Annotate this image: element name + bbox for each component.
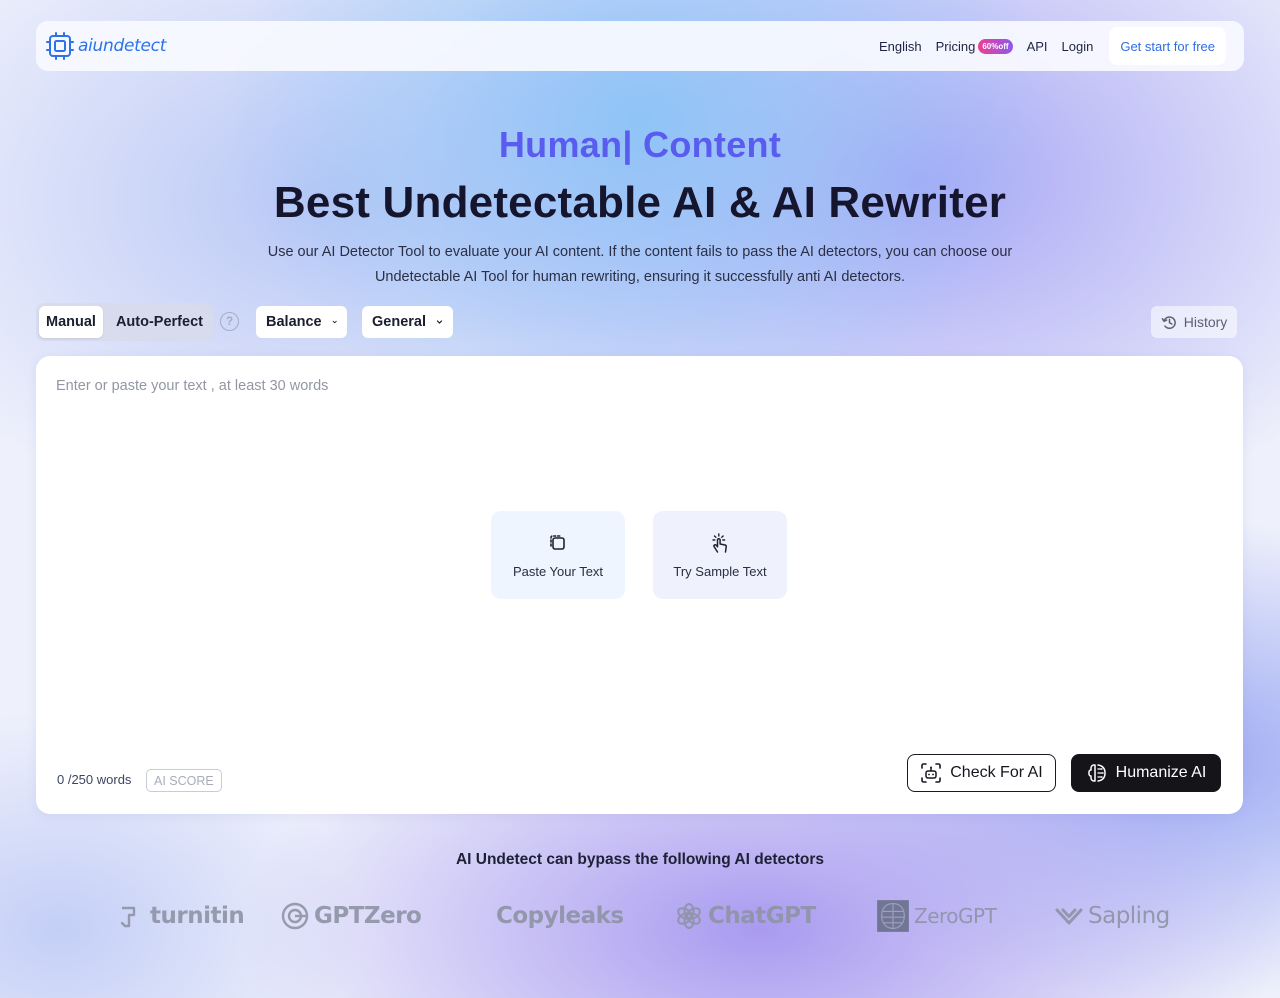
detector-name: ZeroGPT (914, 904, 997, 928)
detector-logo-copyleaks: Copyleaks (496, 898, 624, 934)
purpose-value: General (372, 314, 426, 330)
history-label: History (1183, 314, 1228, 330)
robot-scan-icon (921, 763, 942, 783)
turnitin-icon (120, 906, 136, 928)
language-selector[interactable]: English (879, 39, 922, 54)
mode-auto-perfect-tab[interactable]: Auto-Perfect (109, 306, 210, 338)
paste-text-button[interactable]: Paste Your Text (491, 511, 625, 599)
discount-badge: 60%off (978, 38, 1013, 54)
detector-name: turnitin (150, 903, 245, 929)
login-link[interactable]: Login (1062, 39, 1094, 54)
detector-logo-sapling: Sapling (1054, 898, 1170, 934)
history-button[interactable]: History (1151, 306, 1237, 338)
pricing-link-group[interactable]: Pricing 60%off (936, 38, 1013, 54)
detectors-heading: AI Undetect can bypass the following AI … (455, 851, 825, 868)
editor-card: Paste Your Text Try Sample Text 0 /250 w… (36, 356, 1243, 814)
help-icon[interactable]: ? (220, 312, 239, 331)
paste-text-label: Paste Your Text (512, 563, 604, 579)
nav-menu: English Pricing 60%off API Login Get sta… (879, 21, 1226, 71)
mode-toggle: Manual Auto-Perfect (36, 303, 213, 341)
check-for-ai-label: Check For AI (950, 764, 1043, 781)
gptzero-icon (281, 902, 309, 930)
humanize-ai-button[interactable]: Humanize AI (1071, 754, 1221, 792)
history-icon (1161, 315, 1176, 329)
try-sample-label: Try Sample Text (673, 563, 767, 579)
strength-value: Balance (266, 314, 322, 330)
mode-manual-tab[interactable]: Manual (39, 306, 103, 338)
ai-brain-icon (1087, 764, 1106, 782)
detector-logo-chatgpt: ChatGPT (674, 898, 816, 934)
hero-subtitle: Human| Content (498, 124, 782, 165)
detector-logo-zerogpt: ZeroGPT (876, 898, 997, 934)
api-link[interactable]: API (1027, 39, 1048, 54)
sapling-icon (1055, 908, 1083, 925)
detector-name: GPTZero (314, 903, 422, 929)
pricing-link[interactable]: Pricing (936, 39, 976, 54)
strength-dropdown[interactable]: Balance (256, 306, 347, 338)
logo-text: aiundetect (78, 36, 167, 56)
zerogpt-icon (877, 900, 909, 932)
text-input[interactable] (56, 378, 1216, 498)
chevron-down-icon (436, 320, 443, 324)
chip-logo-icon (46, 32, 74, 60)
detector-name: Sapling (1088, 903, 1170, 929)
get-started-button[interactable]: Get start for free (1109, 27, 1226, 65)
detector-logo-turnitin: turnitin (116, 898, 245, 934)
word-counter: 0 /250 words (57, 772, 132, 787)
page-title: Best Undetectable AI & AI Rewriter (273, 178, 1007, 227)
logo[interactable]: aiundetect (46, 32, 166, 60)
humanize-ai-label: Humanize AI (1115, 764, 1207, 781)
ai-score-badge: AI SCORE (146, 769, 222, 792)
detector-logo-gptzero: GPTZero (280, 898, 422, 934)
tap-hand-icon (712, 532, 727, 553)
detector-name: ChatGPT (708, 903, 816, 929)
paste-icon (550, 534, 565, 550)
chatgpt-icon (677, 903, 701, 929)
purpose-dropdown[interactable]: General (362, 306, 453, 338)
check-for-ai-button[interactable]: Check For AI (907, 754, 1056, 792)
hero-description: Use our AI Detector Tool to evaluate you… (267, 244, 1013, 285)
chevron-down-icon (332, 320, 337, 324)
try-sample-button[interactable]: Try Sample Text (653, 511, 787, 599)
detector-name: Copyleaks (496, 903, 624, 929)
top-navbar: aiundetect English Pricing 60%off API Lo… (36, 21, 1244, 71)
